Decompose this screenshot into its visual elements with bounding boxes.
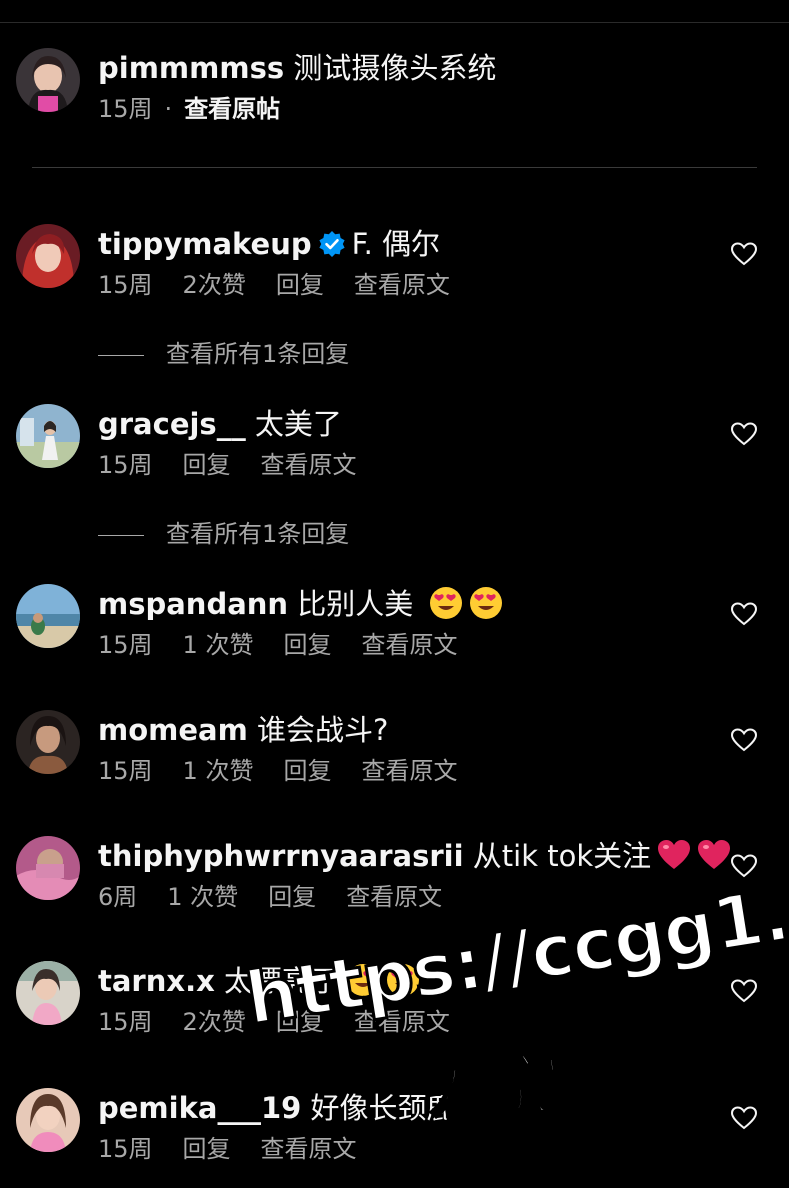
comment-item: momeam 谁会战斗? 15周 1 次赞 回复 查看原文 bbox=[16, 710, 789, 810]
comment-avatar[interactable] bbox=[16, 961, 80, 1025]
like-heart-icon[interactable] bbox=[731, 979, 757, 1003]
like-heart-icon[interactable] bbox=[731, 242, 757, 266]
comment-text: 好像长颈鹿。 bbox=[310, 1091, 485, 1125]
reply-button[interactable]: 回复 bbox=[276, 271, 324, 299]
heart-eyes-emoji-icon bbox=[429, 586, 463, 620]
comment-meta: 15周 回复 查看原文 bbox=[98, 448, 357, 482]
reply-button[interactable]: 回复 bbox=[283, 631, 331, 659]
view-original-button[interactable]: 查看原文 bbox=[346, 883, 442, 911]
caption-time: 15周 bbox=[98, 95, 153, 123]
replies-dash bbox=[98, 534, 144, 536]
reply-button[interactable]: 回复 bbox=[183, 451, 231, 479]
comment-text: 太漂亮了 bbox=[224, 964, 341, 998]
comment-item: mspandann 比别人美 15周 1 次赞 回复 查看原文 bbox=[16, 584, 789, 684]
comment-text: 太美了 bbox=[254, 407, 342, 441]
comment-meta: 15周 1 次赞 回复 查看原文 bbox=[98, 754, 457, 788]
view-post-link[interactable]: 查看原帖 bbox=[184, 95, 280, 123]
comment-avatar[interactable] bbox=[16, 224, 80, 288]
view-original-button[interactable]: 查看原文 bbox=[354, 1008, 450, 1036]
top-divider bbox=[0, 22, 789, 23]
view-original-button[interactable]: 查看原文 bbox=[361, 757, 457, 785]
heart-eyes-emoji-icon bbox=[346, 963, 380, 997]
replies-dash bbox=[98, 354, 144, 356]
comment-likes[interactable]: 1 次赞 bbox=[183, 631, 254, 659]
like-heart-icon[interactable] bbox=[731, 728, 757, 752]
reply-button[interactable]: 回复 bbox=[268, 883, 316, 911]
comment-username[interactable]: thiphyphwrrnyaarasrii bbox=[98, 839, 464, 873]
comment-meta: 6周 1 次赞 回复 查看原文 bbox=[98, 880, 442, 914]
comment-time: 15周 bbox=[98, 451, 153, 479]
comment-item: tarnx.x 太漂亮了 15周 2次赞 回复 查看原文 bbox=[16, 961, 789, 1061]
comment-likes[interactable]: 1 次赞 bbox=[167, 883, 238, 911]
like-heart-icon[interactable] bbox=[731, 854, 757, 878]
comment-title: thiphyphwrrnyaarasrii 从tik tok关注 bbox=[98, 836, 731, 876]
comment-username[interactable]: momeam bbox=[98, 713, 248, 747]
comment-meta: 15周 回复 查看原文 bbox=[98, 1132, 357, 1166]
comment-username[interactable]: gracejs__ bbox=[98, 407, 246, 441]
caption-title: pimmmmss 测试摄像头系统 bbox=[98, 48, 496, 88]
view-original-button[interactable]: 查看原文 bbox=[261, 451, 357, 479]
comment-text: F. 偶尔 bbox=[351, 227, 441, 261]
heart-eyes-emoji-icon bbox=[386, 963, 420, 997]
comment-text: 谁会战斗? bbox=[257, 713, 389, 747]
comment-meta: 15周 1 次赞 回复 查看原文 bbox=[98, 628, 457, 662]
section-divider bbox=[32, 167, 757, 168]
comment-avatar[interactable] bbox=[16, 584, 80, 648]
comment-title: tippymakeup F. 偶尔 bbox=[98, 224, 440, 264]
comment-avatar[interactable] bbox=[16, 404, 80, 468]
comment-username[interactable]: mspandann bbox=[98, 587, 288, 621]
view-replies-label: 查看所有1条回复 bbox=[166, 340, 350, 368]
caption-username[interactable]: pimmmmss bbox=[98, 51, 284, 85]
comment-item: thiphyphwrrnyaarasrii 从tik tok关注 6周 1 次赞 回… bbox=[16, 836, 789, 936]
comment-title: gracejs__ 太美了 bbox=[98, 404, 342, 444]
comment-title: momeam 谁会战斗? bbox=[98, 710, 388, 750]
comment-title: tarnx.x 太漂亮了 bbox=[98, 961, 420, 1001]
comment-avatar[interactable] bbox=[16, 836, 80, 900]
comment-text: 从tik tok关注 bbox=[472, 839, 652, 873]
caption-text: 测试摄像头系统 bbox=[293, 51, 497, 85]
view-replies-button[interactable]: 查看所有1条回复 bbox=[98, 517, 349, 551]
verified-badge-icon bbox=[318, 228, 346, 257]
red-heart-emoji-icon bbox=[657, 838, 691, 872]
comment-time: 15周 bbox=[98, 271, 153, 299]
comment-item: tippymakeup F. 偶尔 15周 2次赞 回复 查看原文 bbox=[16, 224, 789, 324]
comment-avatar[interactable] bbox=[16, 1088, 80, 1152]
comment-time: 15周 bbox=[98, 757, 153, 785]
view-original-button[interactable]: 查看原文 bbox=[361, 631, 457, 659]
heart-eyes-emoji-icon bbox=[469, 586, 503, 620]
comment-likes[interactable]: 1 次赞 bbox=[183, 757, 254, 785]
like-heart-icon[interactable] bbox=[731, 422, 757, 446]
comment-likes[interactable]: 2次赞 bbox=[183, 271, 246, 299]
caption-avatar[interactable] bbox=[16, 48, 80, 112]
comment-text: 比别人美 bbox=[297, 587, 414, 621]
comment-username[interactable]: tarnx.x bbox=[98, 964, 215, 998]
reply-button[interactable]: 回复 bbox=[276, 1008, 324, 1036]
caption-separator: · bbox=[164, 95, 173, 123]
comment-item: gracejs__ 太美了 15周 回复 查看原文 bbox=[16, 404, 789, 504]
reply-button[interactable]: 回复 bbox=[183, 1135, 231, 1163]
comment-title: mspandann 比别人美 bbox=[98, 584, 503, 624]
comment-username[interactable]: pemika___19 bbox=[98, 1091, 301, 1125]
comment-avatar[interactable] bbox=[16, 710, 80, 774]
comment-likes[interactable]: 2次赞 bbox=[183, 1008, 246, 1036]
view-original-button[interactable]: 查看原文 bbox=[261, 1135, 357, 1163]
view-replies-label: 查看所有1条回复 bbox=[166, 520, 350, 548]
caption-meta: 15周 · 查看原帖 bbox=[98, 92, 280, 126]
like-heart-icon[interactable] bbox=[731, 602, 757, 626]
view-original-button[interactable]: 查看原文 bbox=[354, 271, 450, 299]
comment-time: 6周 bbox=[98, 883, 138, 911]
comment-username[interactable]: tippymakeup bbox=[98, 227, 312, 261]
reply-button[interactable]: 回复 bbox=[283, 757, 331, 785]
red-heart-emoji-icon bbox=[697, 838, 731, 872]
like-heart-icon[interactable] bbox=[731, 1106, 757, 1130]
view-replies-button[interactable]: 查看所有1条回复 bbox=[98, 337, 349, 371]
comment-meta: 15周 2次赞 回复 查看原文 bbox=[98, 1005, 450, 1039]
comment-title: pemika___19 好像长颈鹿。 bbox=[98, 1088, 485, 1128]
comment-meta: 15周 2次赞 回复 查看原文 bbox=[98, 268, 450, 302]
comment-time: 15周 bbox=[98, 1008, 153, 1036]
comment-time: 15周 bbox=[98, 1135, 153, 1163]
comment-time: 15周 bbox=[98, 631, 153, 659]
comment-item: pemika___19 好像长颈鹿。 15周 回复 查看原文 bbox=[16, 1088, 789, 1188]
